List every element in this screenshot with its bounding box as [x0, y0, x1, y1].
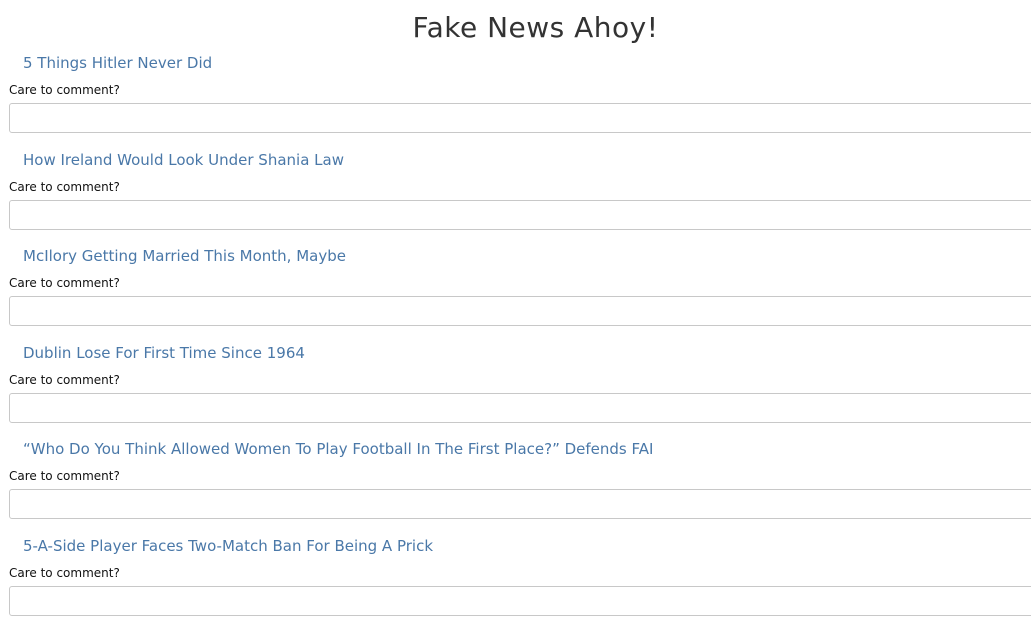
article-link[interactable]: 5-A-Side Player Faces Two-Match Ban For … [23, 536, 433, 556]
comment-input[interactable] [9, 199, 1031, 230]
article-item: 5 Things Hitler Never Did Care to commen… [0, 50, 1031, 147]
page-title: Fake News Ahoy! [412, 11, 659, 44]
comment-input[interactable] [9, 392, 1031, 423]
article-link[interactable]: McIlory Getting Married This Month, Mayb… [23, 246, 346, 266]
article-link[interactable]: “Who Do You Think Allowed Women To Play … [23, 439, 653, 459]
comment-label: Care to comment? [9, 179, 120, 194]
comment-input[interactable] [9, 296, 1031, 327]
comment-input[interactable] [9, 585, 1031, 616]
comment-input[interactable] [9, 489, 1031, 520]
article-link[interactable]: How Ireland Would Look Under Shania Law [23, 150, 344, 170]
article-item: Dublin Lose For First Time Since 1964 Ca… [0, 340, 1031, 437]
article-item: McIlory Getting Married This Month, Mayb… [0, 243, 1031, 340]
comment-label: Care to comment? [9, 83, 120, 97]
comment-label: Care to comment? [9, 276, 120, 291]
article-link[interactable]: 5 Things Hitler Never Did [23, 53, 212, 73]
article-item: 5-A-Side Player Faces Two-Match Ban For … [0, 533, 1031, 630]
article-link[interactable]: Dublin Lose For First Time Since 1964 [23, 343, 305, 363]
article-item: “Who Do You Think Allowed Women To Play … [0, 436, 1031, 533]
article-list: 5 Things Hitler Never Did Care to commen… [0, 50, 1031, 630]
article-item: How Ireland Would Look Under Shania Law … [0, 147, 1031, 244]
comment-label: Care to comment? [9, 372, 120, 387]
comment-input[interactable] [9, 103, 1031, 133]
comment-label: Care to comment? [9, 469, 120, 484]
comment-label: Care to comment? [9, 565, 120, 580]
